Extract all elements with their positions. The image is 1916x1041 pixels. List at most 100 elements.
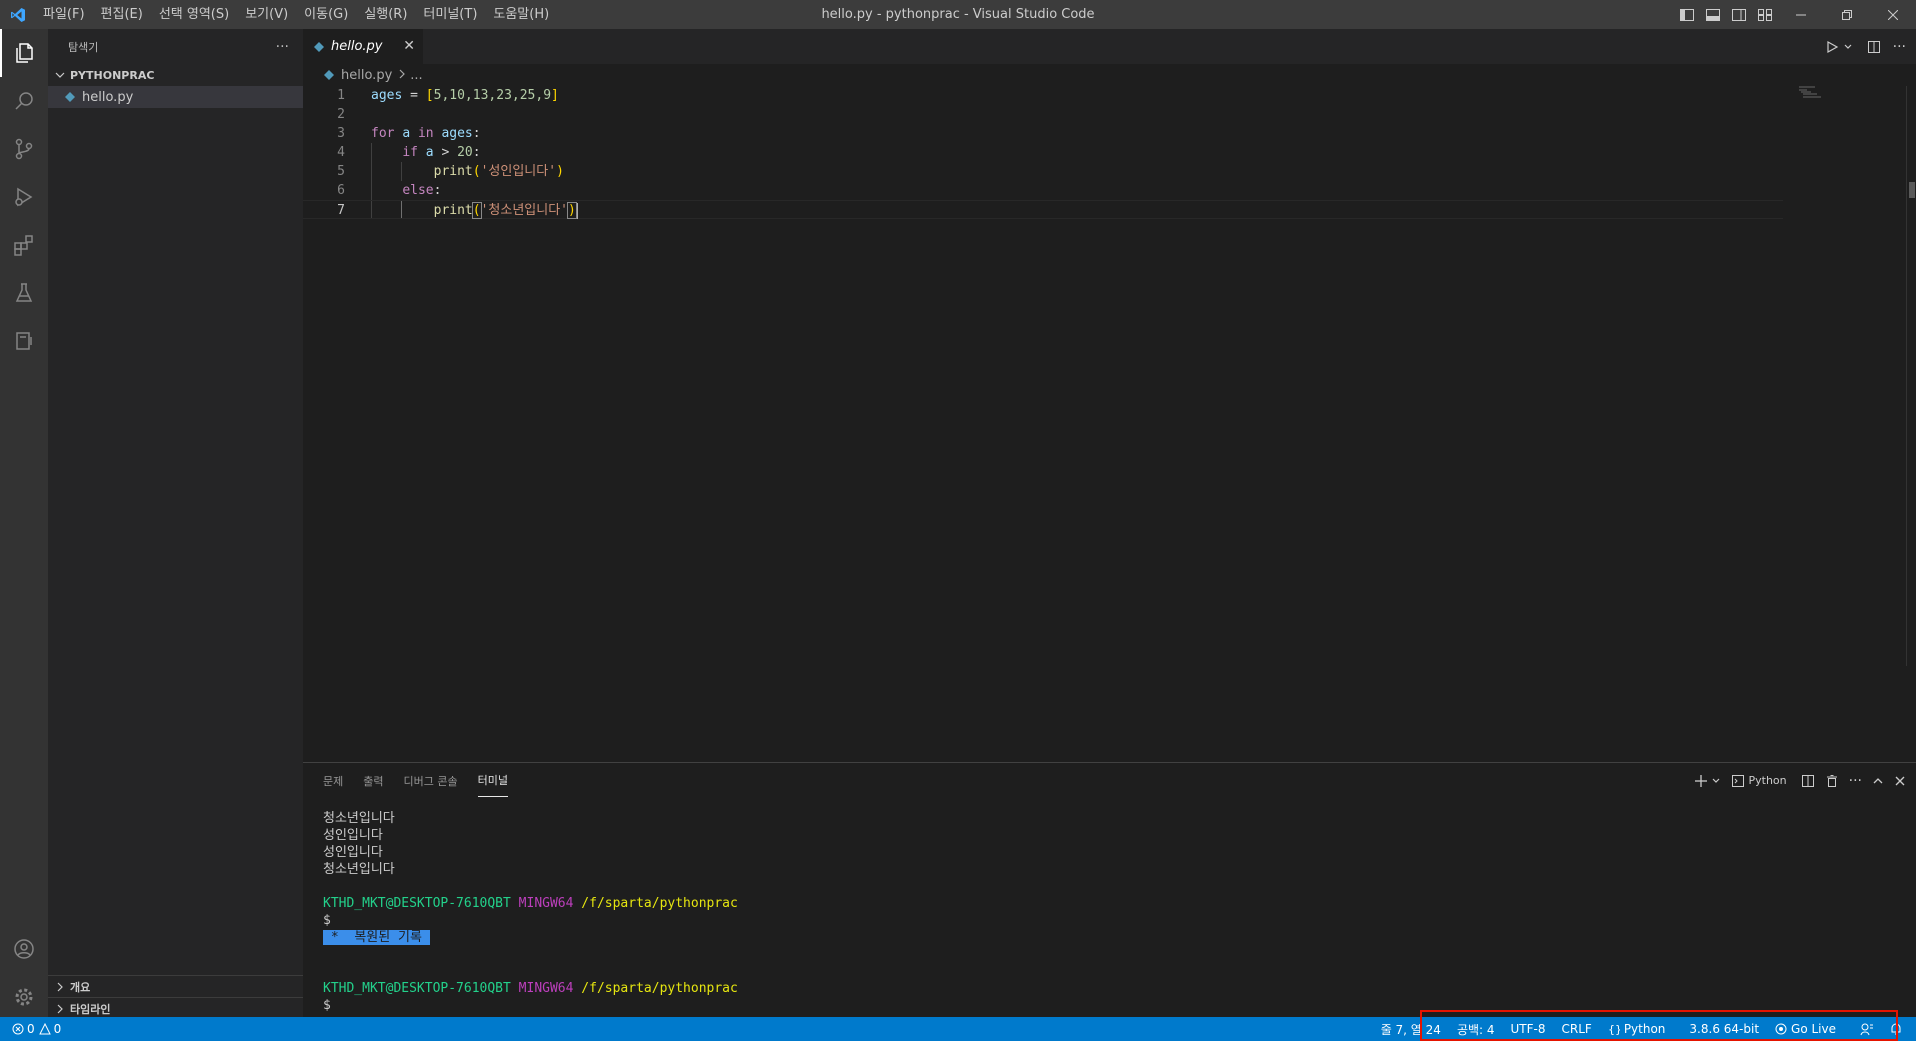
code-line: 6 else: (303, 181, 1783, 200)
split-editor-icon[interactable] (1867, 40, 1881, 54)
split-terminal-icon[interactable] (1801, 774, 1815, 788)
tab-hello-py[interactable]: hello.py ✕ (303, 29, 423, 64)
customize-layout-icon[interactable] (1752, 0, 1778, 29)
breadcrumb-more[interactable]: ... (410, 68, 422, 83)
code-token: = (402, 88, 426, 103)
menu-terminal[interactable]: 터미널(T) (415, 0, 485, 29)
restore-icon[interactable] (1824, 0, 1870, 29)
feedback-icon[interactable] (1860, 1022, 1874, 1036)
file-item-hello-py[interactable]: hello.py (48, 86, 303, 108)
title-bar: 파일(F) 편집(E) 선택 영역(S) 보기(V) 이동(G) 실행(R) 터… (0, 0, 1916, 29)
cwd-path: /f/sparta/pythonprac (581, 896, 738, 911)
chevron-down-icon[interactable] (1843, 42, 1853, 52)
menu-selection[interactable]: 선택 영역(S) (151, 0, 237, 29)
close-panel-icon[interactable] (1894, 775, 1906, 787)
code-token: print (433, 164, 473, 179)
run-python-icon[interactable] (1825, 40, 1839, 54)
account-icon[interactable] (0, 925, 48, 973)
menu-bar: 파일(F) 편집(E) 선택 영역(S) 보기(V) 이동(G) 실행(R) 터… (35, 0, 557, 29)
terminal-output[interactable]: 청소년입니다 성인입니다 성인입니다 청소년입니다 KTHD_MKT@DESKT… (323, 810, 738, 1014)
code-editor[interactable]: 1 ages = [5,10,13,23,25,9] 2 3 for a in … (303, 86, 1916, 762)
braces-icon: {} (1608, 1023, 1620, 1035)
go-live-button[interactable]: Go Live (1775, 1022, 1844, 1036)
new-terminal-plus-icon[interactable] (1694, 774, 1707, 787)
python-file-icon (65, 92, 75, 102)
status-bar: 0 0 줄 7, 열 24 공백: 4 UTF-8 CRLF {}Python … (0, 1017, 1916, 1041)
close-window-icon[interactable] (1870, 0, 1916, 29)
terminal-prompt: $ (323, 998, 331, 1013)
encoding[interactable]: UTF-8 (1511, 1022, 1546, 1036)
chevron-right-icon (398, 68, 406, 83)
menu-view[interactable]: 보기(V) (237, 0, 296, 29)
terminal-icon (1731, 774, 1744, 787)
extensions-icon[interactable] (0, 221, 48, 269)
menu-file[interactable]: 파일(F) (35, 0, 93, 29)
toggle-panel-icon[interactable] (1700, 0, 1726, 29)
line-number: 7 (337, 203, 345, 218)
vertical-scrollbar[interactable] (1906, 86, 1916, 666)
tab-problems[interactable]: 문제 (323, 765, 343, 797)
end-of-line[interactable]: CRLF (1562, 1022, 1592, 1036)
more-actions-icon[interactable]: ··· (1849, 773, 1862, 789)
source-control-icon[interactable] (0, 125, 48, 173)
timeline-section[interactable]: 타임라인 (48, 997, 303, 1019)
problems-indicator[interactable]: 0 0 (0, 1022, 61, 1036)
tab-output[interactable]: 출력 (363, 765, 383, 797)
manage-gear-icon[interactable] (0, 973, 48, 1021)
restored-history-label: 복원된 기록 (346, 930, 430, 945)
maximize-panel-chevron-up-icon[interactable] (1872, 775, 1884, 787)
more-actions-icon[interactable]: ··· (1893, 39, 1906, 55)
user-host: KTHD_MKT@DESKTOP-7610QBT (323, 981, 511, 996)
menu-edit[interactable]: 편집(E) (93, 0, 151, 29)
terminal-selector[interactable]: Python (1731, 774, 1787, 788)
menu-help[interactable]: 도움말(H) (485, 0, 557, 29)
menu-go[interactable]: 이동(G) (296, 0, 356, 29)
code-token: ( (471, 202, 482, 219)
tab-debug-console[interactable]: 디버그 콘솔 (404, 765, 458, 797)
notebook-icon[interactable] (0, 317, 48, 365)
activity-bar (0, 29, 48, 1017)
code-line: 3 for a in ages: (303, 124, 1783, 143)
language-mode[interactable]: {}Python (1608, 1022, 1674, 1036)
error-count: 0 (27, 1022, 35, 1036)
line-number: 6 (337, 183, 345, 198)
folder-pythonprac[interactable]: PYTHONPRAC (48, 64, 303, 86)
line-number: 2 (337, 107, 345, 122)
toggle-secondary-sidebar-icon[interactable] (1726, 0, 1752, 29)
mingw-label: MINGW64 (518, 981, 574, 996)
menu-run[interactable]: 실행(R) (356, 0, 415, 29)
close-tab-icon[interactable]: ✕ (403, 38, 415, 54)
mingw-label: MINGW64 (518, 896, 574, 911)
search-icon[interactable] (0, 77, 48, 125)
chevron-down-icon[interactable] (1711, 776, 1721, 786)
toggle-sidebar-icon[interactable] (1674, 0, 1700, 29)
more-actions-icon[interactable]: ··· (276, 39, 289, 55)
terminal-line: 청소년입니다 (323, 862, 395, 877)
run-debug-icon[interactable] (0, 173, 48, 221)
minimap[interactable] (1793, 86, 1833, 98)
code-token: a (425, 145, 434, 160)
code-token: for (371, 126, 395, 141)
terminal-blank (323, 963, 738, 980)
explorer-icon[interactable] (0, 29, 48, 77)
testing-flask-icon[interactable] (0, 269, 48, 317)
code-token: : (472, 145, 481, 160)
outline-section[interactable]: 개요 (48, 975, 303, 997)
trash-icon[interactable] (1825, 774, 1839, 788)
notifications-bell-icon[interactable] (1890, 1022, 1902, 1036)
cursor-position[interactable]: 줄 7, 열 24 (1381, 1021, 1441, 1038)
code-token: 5,10,13,23,25,9 (433, 88, 552, 103)
code-token: '성인입니다' (480, 164, 557, 179)
terminal-prompt-line: KTHD_MKT@DESKTOP-7610QBT MINGW64 /f/spar… (323, 895, 738, 912)
python-interpreter[interactable]: 3.8.6 64-bit (1689, 1022, 1759, 1036)
chevron-down-icon (55, 72, 65, 78)
code-token: : (472, 126, 481, 141)
indentation[interactable]: 공백: 4 (1457, 1021, 1495, 1038)
tab-terminal[interactable]: 터미널 (477, 764, 508, 797)
warning-count: 0 (53, 1022, 62, 1036)
minimize-icon[interactable] (1778, 0, 1824, 29)
code-token: ) (567, 202, 577, 219)
terminal-blank (323, 878, 738, 895)
breadcrumb-file[interactable]: hello.py (341, 68, 392, 83)
line-number: 5 (337, 164, 345, 179)
